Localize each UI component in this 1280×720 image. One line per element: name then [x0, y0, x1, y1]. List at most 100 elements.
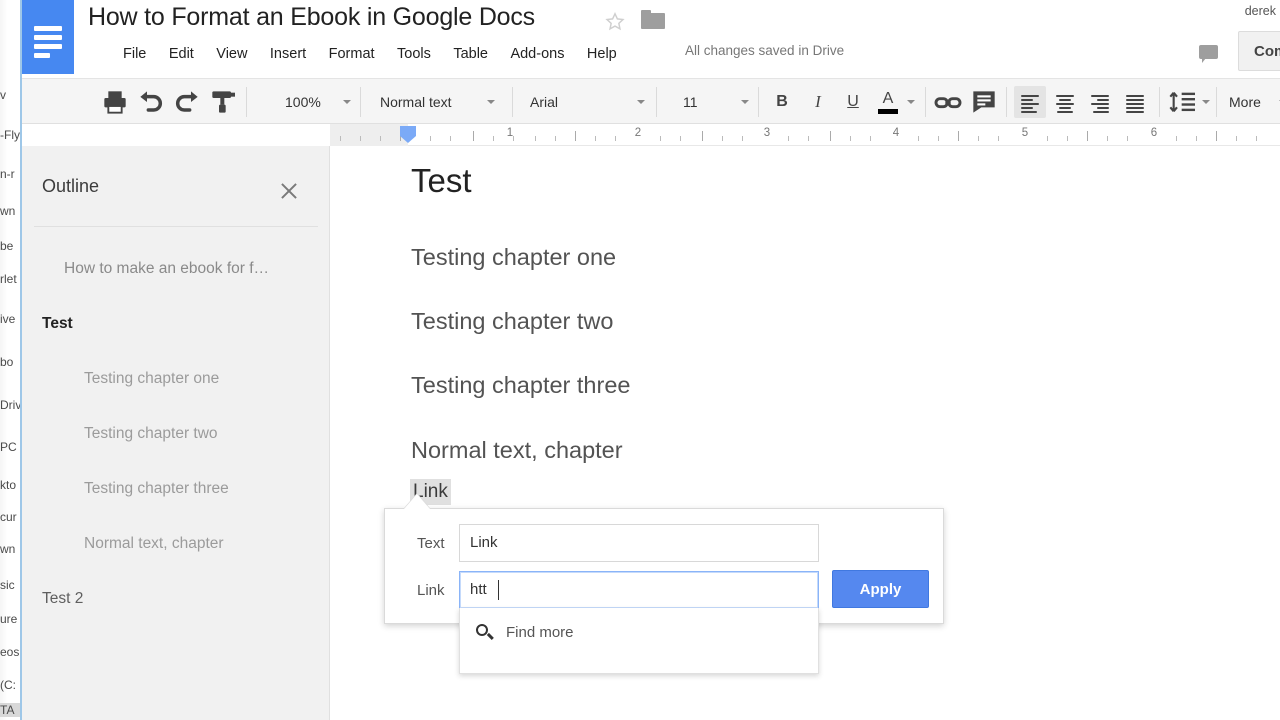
background-fragment: (C: — [0, 678, 20, 692]
bold-label: B — [766, 86, 798, 118]
ruler-number: 1 — [507, 127, 513, 139]
outline-item[interactable]: Test 2 — [22, 571, 330, 626]
menu-bar: File Edit View Insert Format Tools Table… — [114, 42, 626, 66]
align-right-icon[interactable] — [1084, 86, 1116, 118]
document-title[interactable]: How to Format an Ebook in Google Docs — [88, 3, 535, 32]
outline-item[interactable]: Testing chapter two — [22, 406, 330, 461]
menu-item-format[interactable]: Format — [320, 42, 384, 66]
text-color-swatch — [878, 109, 898, 114]
toolbar-divider — [1159, 87, 1160, 117]
link-url-input[interactable]: htt — [459, 571, 819, 609]
document-line: Normal text, chapter — [411, 437, 623, 464]
background-fragment: rlet — [0, 272, 20, 286]
outline-item-current[interactable]: Test — [22, 296, 330, 351]
paragraph-style-value[interactable]: Normal text — [380, 79, 452, 125]
redo-glyph — [171, 86, 203, 118]
menu-item-edit[interactable]: Edit — [160, 42, 203, 66]
font-family-value[interactable]: Arial — [530, 79, 558, 125]
undo-icon[interactable] — [135, 86, 167, 118]
zoom-level-value[interactable]: 100% — [285, 79, 321, 125]
outline-header: Outline — [22, 146, 330, 222]
background-fragment: PC — [0, 440, 20, 454]
menu-item-table[interactable]: Table — [444, 42, 497, 66]
outline-item[interactable]: Testing chapter one — [22, 351, 330, 406]
ruler-number: 3 — [764, 127, 770, 139]
menu-item-file[interactable]: File — [114, 42, 155, 66]
text-color-button[interactable]: A — [872, 86, 904, 118]
outline-panel: Outline How to make an ebook for f… Test… — [22, 146, 330, 720]
toolbar-divider — [656, 87, 657, 117]
google-docs-logo[interactable] — [22, 0, 74, 74]
chevron-down-icon[interactable] — [1202, 100, 1210, 104]
print-glyph — [99, 86, 131, 118]
align-center-icon[interactable] — [1049, 86, 1081, 118]
chevron-down-icon[interactable] — [343, 100, 351, 104]
chevron-down-icon[interactable] — [741, 100, 749, 104]
background-fragment: sic — [0, 578, 20, 592]
save-status: All changes saved in Drive — [685, 43, 844, 58]
close-icon[interactable] — [275, 177, 303, 205]
insert-link-icon[interactable] — [932, 86, 964, 118]
background-fragment: cur — [0, 510, 20, 524]
bold-button[interactable]: B — [766, 86, 798, 118]
align-justify-icon[interactable] — [1119, 86, 1151, 118]
underline-button[interactable]: U — [837, 86, 869, 118]
apply-button[interactable]: Apply — [832, 570, 929, 608]
paint-format-glyph — [207, 86, 239, 118]
more-button[interactable]: More — [1229, 79, 1261, 125]
align-left-icon[interactable] — [1014, 86, 1046, 118]
folder-icon[interactable] — [641, 10, 665, 30]
ruler[interactable]: 1 2 3 4 5 6 — [330, 124, 1280, 146]
search-handle — [487, 633, 494, 640]
toolbar-divider — [758, 87, 759, 117]
ruler-number: 5 — [1022, 127, 1028, 139]
comment-icon[interactable] — [1190, 36, 1228, 70]
align-left-glyph — [1021, 95, 1039, 109]
add-comment-icon[interactable] — [968, 86, 1000, 118]
left-indent-marker[interactable] — [400, 126, 416, 136]
share-button-label: Com — [1254, 43, 1280, 60]
chevron-down-icon[interactable] — [487, 100, 495, 104]
font-size-value[interactable]: 11 — [683, 79, 698, 125]
italic-button[interactable]: I — [802, 86, 834, 118]
align-center-glyph — [1056, 95, 1074, 109]
menu-item-addons[interactable]: Add-ons — [501, 42, 573, 66]
outline-item[interactable]: Normal text, chapter — [22, 516, 330, 571]
share-button[interactable]: Com — [1238, 31, 1280, 71]
ruler-left-margin — [330, 124, 408, 146]
chevron-down-icon[interactable] — [907, 100, 915, 104]
document-heading: Test — [411, 162, 472, 200]
background-fragment: ure — [0, 612, 20, 626]
background-fragment: bo — [0, 355, 20, 369]
ruler-number: 2 — [635, 127, 641, 139]
background-fragment: -Fly — [0, 128, 20, 142]
link-url-label: Link — [417, 582, 445, 599]
document-line: Testing chapter one — [411, 244, 616, 271]
menu-item-tools[interactable]: Tools — [388, 42, 440, 66]
link-text-label: Text — [417, 535, 445, 552]
menu-item-insert[interactable]: Insert — [261, 42, 315, 66]
find-more-dropdown[interactable]: Find more — [459, 608, 819, 674]
outline-item[interactable]: Testing chapter three — [22, 461, 330, 516]
menu-item-view[interactable]: View — [207, 42, 256, 66]
formatting-toolbar: 100% Normal text Arial 11 B I U A — [22, 78, 1280, 124]
find-more-label: Find more — [506, 624, 574, 641]
toolbar-divider — [360, 87, 361, 117]
background-fragment: wn — [0, 204, 20, 218]
link-text-input[interactable]: Link — [459, 524, 819, 562]
logo-line — [34, 35, 62, 40]
chevron-down-icon[interactable] — [637, 100, 645, 104]
print-icon[interactable] — [99, 86, 131, 118]
outline-item[interactable]: How to make an ebook for f… — [22, 241, 330, 296]
star-icon[interactable] — [604, 11, 626, 33]
background-fragment: be — [0, 239, 20, 253]
redo-icon[interactable] — [171, 86, 203, 118]
folder-body — [641, 13, 665, 29]
menu-item-help[interactable]: Help — [578, 42, 626, 66]
paint-format-icon[interactable] — [207, 86, 239, 118]
line-spacing-icon[interactable] — [1167, 86, 1199, 118]
toolbar-divider — [1006, 87, 1007, 117]
comment-glyph — [968, 86, 1000, 118]
search-icon — [476, 624, 494, 642]
user-name[interactable]: derek — [1245, 4, 1276, 18]
